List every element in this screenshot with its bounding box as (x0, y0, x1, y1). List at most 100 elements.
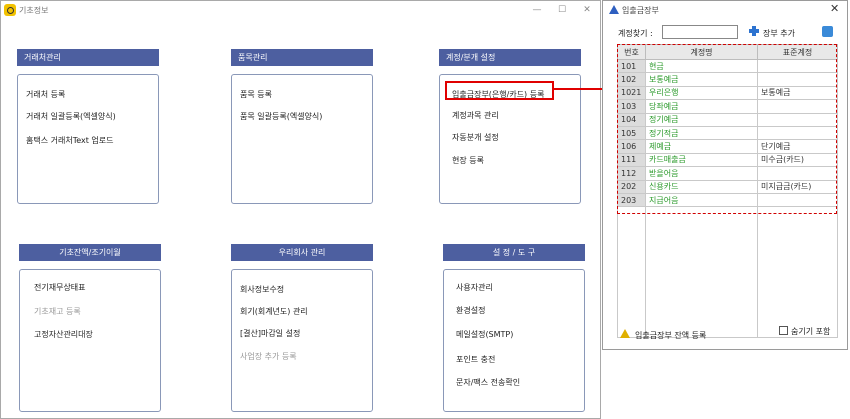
cell-no: 102 (617, 72, 646, 87)
menu-item-opening-stock: 기초재고 등록 (34, 307, 81, 316)
cashbook-title: 입출금장부 (622, 6, 659, 15)
table-row[interactable]: 105 정기적금 (617, 125, 838, 141)
account-table: 번호 계정명 표준계정 101 현금 102 보통예금 1021 우리은행 보통예금 1… (617, 44, 838, 339)
menu-item-mail-settings[interactable]: 메일설정(SMTP) (456, 329, 513, 340)
menu-item-sms-fax-check[interactable]: 문자/팩스 전송확인 (456, 377, 520, 388)
cashbook-icon (609, 5, 619, 14)
menu-item-prior-bs[interactable]: 전기재무상태표 (34, 282, 86, 293)
menu-item-closing-date[interactable]: [결산]마감일 설정 (240, 328, 300, 339)
table-empty-area (617, 206, 838, 339)
cell-no: 103 (617, 99, 646, 114)
cell-std (757, 125, 838, 141)
menu-item-site-register[interactable]: 현장 등록 (452, 155, 484, 166)
cell-name: 현금 (645, 58, 758, 74)
group-box: 회사정보수정 회기(회계년도) 관리 [결산]마감일 설정 사업장 추가 등록 (231, 269, 373, 412)
menu-item-auto-journal[interactable]: 자동분개 설정 (452, 132, 499, 143)
table-row[interactable]: 111 카드매출금 미수금(카드) (617, 152, 838, 168)
menu-item-env-settings[interactable]: 환경설정 (456, 305, 485, 316)
table-header-row: 번호 계정명 표준계정 (617, 44, 838, 60)
cell-name: 당좌예금 (645, 99, 758, 114)
cell-no: 101 (617, 58, 646, 74)
cell-std (757, 58, 838, 74)
table-row[interactable]: 112 받을어음 (617, 166, 838, 181)
menu-item-users[interactable]: 사용자관리 (456, 282, 493, 293)
group-header: 설 정 / 도 구 (443, 244, 585, 261)
menu-item-client-bulk[interactable]: 거래처 일괄등록(엑셀양식) (26, 111, 116, 122)
group-header: 계정/분개 설정 (439, 49, 581, 66)
cell-name: 제예금 (645, 139, 758, 154)
window-title: 기초정보 (19, 6, 49, 15)
cell-std (757, 99, 838, 114)
main-titlebar: 기초정보 — ☐ ✕ (1, 1, 600, 19)
menu-item-account-mgmt[interactable]: 계정과목 관리 (452, 110, 499, 121)
column-header-name: 계정명 (645, 44, 758, 60)
highlight-box (445, 81, 554, 100)
group-box: 사용자관리 환경설정 메일설정(SMTP) 포인트 충전 문자/팩스 전송확인 (443, 269, 585, 412)
cell-name: 신용카드 (645, 179, 758, 194)
hide-include-label: 숨기기 포함 (791, 327, 831, 336)
group-header: 기초잔액/조기이월 (19, 244, 161, 261)
cell-no: 104 (617, 112, 646, 127)
menu-item-client-register[interactable]: 거래처 등록 (26, 89, 65, 100)
group-header: 우리회사 관리 (231, 244, 373, 261)
minimize-button[interactable]: — (531, 4, 543, 16)
cell-no: 203 (617, 192, 646, 208)
close-button[interactable]: ✕ (581, 4, 593, 16)
table-row[interactable]: 102 보통예금 (617, 72, 838, 87)
cell-name: 지급어음 (645, 192, 758, 208)
table-row[interactable]: 202 신용카드 미지급금(카드) (617, 179, 838, 194)
cell-no: 1021 (617, 85, 646, 101)
warning-icon (620, 329, 631, 338)
add-book-button[interactable]: 장부 추가 (763, 28, 795, 39)
table-row[interactable]: 101 현금 (617, 58, 838, 74)
table-row[interactable]: 104 정기예금 (617, 112, 838, 127)
group-box: 거래처 등록 거래처 일괄등록(엑셀양식) 홈택스 거래처Text 업로드 (17, 74, 159, 204)
cell-std: 미수금(카드) (757, 152, 838, 168)
table-row[interactable]: 1021 우리은행 보통예금 (617, 85, 838, 101)
menu-item-point-charge[interactable]: 포인트 충전 (456, 354, 495, 365)
table-row[interactable]: 203 지급어음 (617, 192, 838, 208)
cell-name: 정기예금 (645, 112, 758, 127)
annotation-arrow-line (553, 88, 607, 90)
cell-std: 보통예금 (757, 85, 838, 101)
cell-no: 111 (617, 152, 646, 168)
cashbook-window: 입출금장부 ✕ 계정찾기 : 장부 추가 번호 계정명 표준계정 101 현금 1… (602, 0, 848, 350)
cell-name: 보통예금 (645, 72, 758, 87)
group-header: 품목관리 (231, 49, 373, 66)
maximize-button[interactable]: ☐ (556, 4, 568, 16)
account-search-input[interactable] (662, 25, 738, 39)
cell-name: 받을어음 (645, 166, 758, 181)
cell-name: 우리은행 (645, 85, 758, 101)
group-box: 품목 등록 품목 일괄등록(엑셀양식) (231, 74, 373, 204)
menu-item-company-info[interactable]: 회사정보수정 (240, 284, 284, 295)
cell-name: 정기적금 (645, 125, 758, 141)
database-icon[interactable] (822, 26, 833, 37)
menu-item-hometax-upload[interactable]: 홈택스 거래처Text 업로드 (26, 135, 114, 146)
cell-name: 카드매출금 (645, 152, 758, 168)
cell-std (757, 72, 838, 87)
group-box: 전기재무상태표 기초재고 등록 고정자산관리대장 (19, 269, 161, 412)
cell-std (757, 112, 838, 127)
menu-item-fixed-assets[interactable]: 고정자산관리대장 (34, 329, 93, 340)
cell-std (757, 166, 838, 181)
table-row[interactable]: 103 당좌예금 (617, 99, 838, 114)
menu-item-product-bulk[interactable]: 품목 일괄등록(엑셀양식) (240, 111, 322, 122)
hide-include-checkbox[interactable] (779, 326, 788, 335)
cell-std: 미지급금(카드) (757, 179, 838, 194)
column-header-std: 표준계정 (757, 44, 838, 60)
cell-no: 106 (617, 139, 646, 154)
cell-no: 105 (617, 125, 646, 141)
close-button[interactable]: ✕ (830, 2, 839, 15)
cell-std (757, 192, 838, 208)
cell-std: 단기예금 (757, 139, 838, 154)
group-header: 거래처관리 (17, 49, 159, 66)
main-window: 기초정보 — ☐ ✕ 거래처관리 거래처 등록 거래처 일괄등록(엑셀양식) 홈… (0, 0, 601, 419)
menu-item-add-branch: 사업장 추가 등록 (240, 352, 297, 361)
table-row[interactable]: 106 제예금 단기예금 (617, 139, 838, 154)
menu-item-fiscal-year[interactable]: 회기(회계년도) 관리 (240, 306, 308, 317)
search-label: 계정찾기 : (618, 29, 653, 38)
plus-icon[interactable] (749, 26, 759, 36)
menu-item-product-register[interactable]: 품목 등록 (240, 89, 272, 100)
balance-register-button[interactable]: 입출금장부 잔액 등록 (635, 330, 706, 341)
cell-no: 202 (617, 179, 646, 194)
